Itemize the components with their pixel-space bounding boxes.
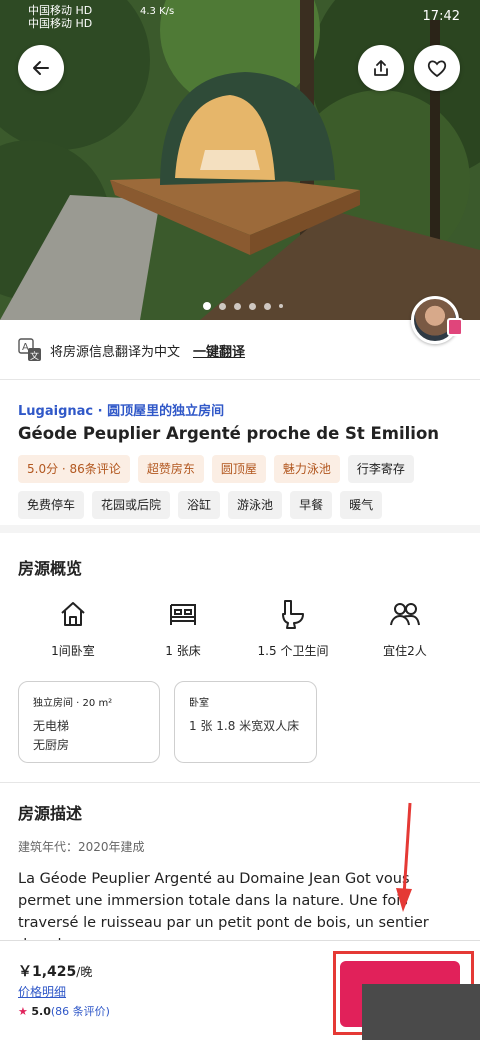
share-button[interactable]: [358, 45, 404, 91]
tag-rating[interactable]: 5.0分 · 86条评论: [18, 455, 130, 483]
amenity-bedroom: 1间卧室: [18, 598, 128, 659]
tag-luggage[interactable]: 行李寄存: [347, 455, 414, 483]
toilet-icon: [282, 600, 304, 629]
tag-garden[interactable]: 花园或后院: [92, 491, 171, 519]
amenity-label: 1 张床: [165, 644, 201, 658]
translate-icon: A 文: [18, 338, 41, 362]
card-heading: 卧室: [189, 698, 209, 709]
tag-superhost[interactable]: 超赞房东: [137, 455, 204, 483]
section-divider: [0, 782, 480, 783]
glamping-dome-photo: [0, 0, 480, 320]
price-detail-link[interactable]: 价格明细: [18, 983, 66, 1000]
price-unit: /晚: [76, 965, 93, 979]
card-line: 无电梯: [33, 719, 70, 733]
back-button[interactable]: [18, 45, 64, 91]
listing-photo[interactable]: 中国移动 HD 中国移动 HD 4.3 K/s 17:42: [0, 0, 480, 320]
amenity-label: 1.5 个卫生间: [257, 644, 329, 658]
star-icon: ★: [18, 1005, 28, 1018]
tag-pool[interactable]: 魅力泳池: [273, 455, 340, 483]
tag-bathtub[interactable]: 浴缸: [178, 491, 221, 519]
page-dot[interactable]: [203, 302, 211, 310]
arrow-left-icon: [33, 61, 49, 75]
card-line: 1 张 1.8 米宽双人床: [189, 719, 300, 733]
room-info-card[interactable]: 独立房间 · 20 m² 无电梯 无厨房: [18, 681, 160, 763]
bed-icon: [170, 604, 196, 625]
price-value: ￥1,425: [18, 964, 77, 980]
listing-tags: 5.0分 · 86条评论 超赞房东 圆顶屋 魅力泳池 行李寄存 免费停车 花园或…: [18, 455, 468, 519]
tag-parking[interactable]: 免费停车: [18, 491, 85, 519]
network-speed: 4.3 K/s: [140, 6, 175, 17]
amenity-bathroom: 1.5 个卫生间: [238, 598, 348, 659]
tag-swimming-pool[interactable]: 游泳池: [228, 491, 283, 519]
share-icon: [374, 60, 388, 76]
listing-location[interactable]: Lugaignac · 圆顶屋里的独立房间: [18, 400, 224, 419]
photo-pagination: [203, 302, 283, 310]
rating-summary[interactable]: ★ 5.0(86 条评价): [18, 1003, 110, 1019]
amenity-guests: 宜住2人: [350, 598, 460, 659]
svg-text:文: 文: [30, 350, 39, 362]
card-heading: 独立房间 · 20 m²: [33, 698, 113, 709]
rating-count: (86 条评价): [50, 1005, 110, 1018]
section-divider: [0, 525, 480, 533]
status-time: 17:42: [422, 9, 460, 24]
page-dot[interactable]: [279, 304, 283, 308]
card-lines: 无电梯 无厨房: [33, 717, 145, 755]
card-lines: 1 张 1.8 米宽双人床: [189, 717, 302, 736]
status-bar: 中国移动 HD 中国移动 HD 4.3 K/s 17:42: [0, 0, 480, 34]
carrier-2: 中国移动 HD: [28, 17, 93, 30]
listing-title: Géode Peuplier Argenté proche de St Emil…: [18, 424, 440, 443]
carrier-1: 中国移动 HD: [28, 4, 93, 17]
overlay-shade: [362, 984, 480, 1040]
carrier-label: 中国移动 HD 中国移动 HD: [28, 4, 92, 30]
overview-title: 房源概览: [18, 559, 83, 578]
svg-text:A: A: [22, 342, 29, 353]
nightly-price: ￥1,425/晚: [18, 961, 92, 981]
translate-text: 将房源信息翻译为中文: [50, 345, 181, 360]
page-dot[interactable]: [219, 302, 226, 310]
page-dot[interactable]: [264, 302, 271, 310]
save-button[interactable]: [414, 45, 460, 91]
page-dot[interactable]: [234, 302, 241, 310]
amenity-label: 1间卧室: [51, 644, 95, 658]
translate-bar: A 文 将房源信息翻译为中文 一键翻译: [0, 320, 480, 380]
tag-heating[interactable]: 暖气: [340, 491, 383, 519]
translate-link[interactable]: 一键翻译: [193, 341, 245, 360]
guests-icon: [390, 603, 420, 626]
card-line: 无厨房: [33, 738, 70, 752]
amenity-label: 宜住2人: [383, 644, 427, 658]
rating-value: 5.0: [31, 1005, 51, 1018]
tag-breakfast[interactable]: 早餐: [290, 491, 333, 519]
description-title: 房源描述: [18, 804, 83, 823]
heart-icon: [427, 60, 447, 78]
tag-dome[interactable]: 圆顶屋: [211, 455, 266, 483]
house-icon: [61, 602, 85, 626]
build-year: 建筑年代：2020年建成: [18, 840, 145, 854]
amenity-bed: 1 张床: [128, 598, 238, 659]
bedroom-card[interactable]: 卧室 1 张 1.8 米宽双人床: [174, 681, 317, 763]
page-dot[interactable]: [249, 302, 256, 310]
